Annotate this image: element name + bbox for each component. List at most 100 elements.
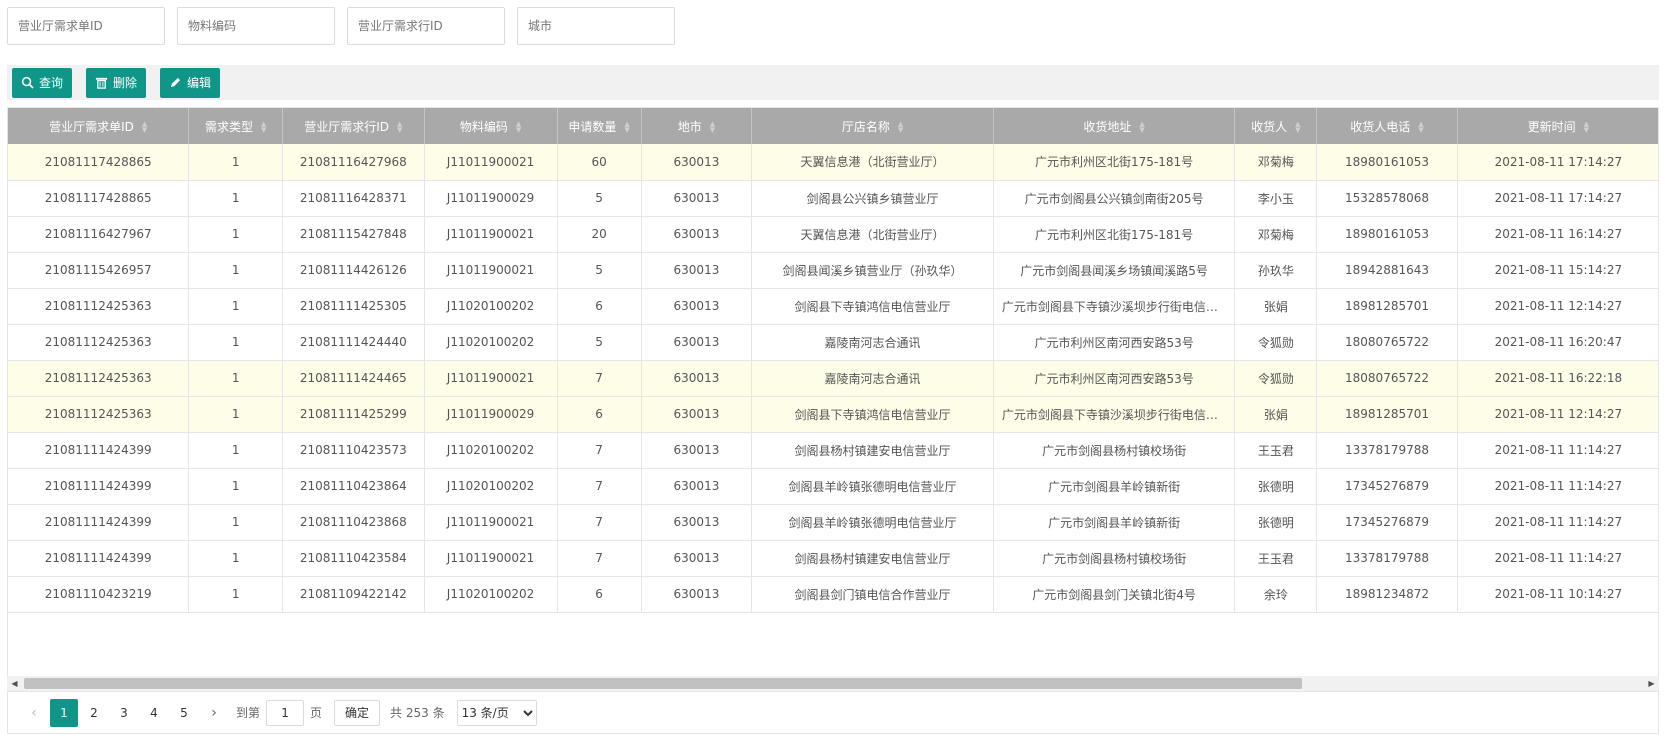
table-row[interactable]: 21081117428865 1 21081116427968 J1101190002… [8, 144, 1658, 181]
table-cell: 21081111425299 [282, 396, 425, 433]
table-cell: 21081110423573 [282, 432, 425, 469]
sort-icon[interactable]: ▲ ▼ [898, 121, 903, 134]
filter-bar [7, 7, 675, 45]
scrollbar-thumb[interactable] [24, 678, 1302, 689]
page-2[interactable]: 2 [80, 699, 108, 727]
table-cell: 21081112425363 [8, 360, 190, 397]
pencil-icon [170, 77, 181, 88]
table-cell: 嘉陵南河志合通讯 [751, 324, 994, 361]
table-row[interactable]: 21081112425363 1 21081111424440 J1102010020… [8, 324, 1658, 361]
table-cell: 2021-08-11 17:14:27 [1457, 180, 1658, 217]
table-cell: 令狐勋 [1234, 324, 1318, 361]
table-row[interactable]: 21081110423219 1 21081109422142 J1102010020… [8, 576, 1658, 613]
table-cell: 630013 [641, 396, 753, 433]
table-cell: 18080765722 [1316, 360, 1458, 397]
table-cell: 广元市剑阁县杨村镇校场街 [993, 540, 1236, 577]
table-cell: 21081111424399 [8, 468, 190, 505]
table-cell: 21081110423219 [8, 576, 190, 613]
sort-icon[interactable]: ▲ ▼ [1139, 121, 1144, 134]
next-page-icon[interactable]: › [200, 699, 228, 727]
column-header-label: 厅店名称 [841, 119, 890, 134]
column-header[interactable]: 物料编码 ▲ ▼ [424, 108, 558, 144]
table-cell: 18981234872 [1316, 576, 1458, 613]
table-row[interactable]: 21081111424399 1 21081110423868 J1101190002… [8, 504, 1658, 541]
table-cell: 18981285701 [1316, 396, 1458, 433]
table-cell: 7 [557, 504, 642, 541]
table-cell: 7 [557, 432, 642, 469]
table-cell: 18981285701 [1316, 288, 1458, 325]
table-row[interactable]: 21081112425363 1 21081111425299 J1101190002… [8, 396, 1658, 433]
page-3[interactable]: 3 [110, 699, 138, 727]
edit-button[interactable]: 编辑 [160, 67, 221, 98]
sort-icon[interactable]: ▲ ▼ [624, 121, 629, 134]
column-header[interactable]: 申请数量 ▲ ▼ [557, 108, 642, 144]
edit-button-label: 编辑 [187, 76, 212, 90]
horizontal-scrollbar[interactable]: ◀ ▶ [7, 676, 1659, 691]
column-header[interactable]: 收货人电话 ▲ ▼ [1316, 108, 1458, 144]
sort-icon[interactable]: ▲ ▼ [516, 121, 521, 134]
column-header[interactable]: 需求类型 ▲ ▼ [188, 108, 284, 144]
table-cell: 张娟 [1234, 396, 1318, 433]
table-cell: 6 [557, 576, 642, 613]
prev-page-icon[interactable]: ‹ [20, 699, 48, 727]
table-cell: 18980161053 [1316, 144, 1458, 181]
column-header[interactable]: 更新时间 ▲ ▼ [1457, 108, 1658, 144]
page-1[interactable]: 1 [50, 698, 78, 727]
table-cell: 广元市利州区北街175-181号 [993, 144, 1236, 181]
page-size-select[interactable]: 13 条/页 [456, 699, 537, 726]
scroll-right-icon[interactable]: ▶ [1644, 676, 1659, 691]
table-cell: J11011900029 [424, 180, 558, 217]
delete-button[interactable]: 删除 [86, 67, 147, 98]
goto-confirm-button[interactable]: 确定 [334, 699, 381, 726]
table-cell: J11011900021 [424, 252, 558, 289]
table-cell: 令狐勋 [1234, 360, 1318, 397]
table-cell: 广元市剑阁县闻溪乡场镇闻溪路5号 [993, 252, 1236, 289]
goto-page-input[interactable] [266, 699, 305, 726]
table-row[interactable]: 21081115426957 1 21081114426126 J1101190002… [8, 252, 1658, 289]
table-cell: 1 [188, 540, 284, 577]
table-cell: 2021-08-11 11:14:27 [1457, 504, 1658, 541]
table-cell: 1 [188, 180, 284, 217]
table-cell: 15328578068 [1316, 180, 1458, 217]
query-button[interactable]: 查询 [12, 67, 73, 98]
table-row[interactable]: 21081111424399 1 21081110423573 J1102010020… [8, 432, 1658, 469]
column-header[interactable]: 营业厅需求单ID ▲ ▼ [8, 108, 190, 144]
line-id-filter[interactable] [347, 7, 505, 45]
table-cell: 广元市剑阁县下寺镇沙溪坝步行街电信营业厅 [993, 396, 1236, 433]
table-cell: 21081112425363 [8, 288, 190, 325]
table-cell: 2021-08-11 11:14:27 [1457, 540, 1658, 577]
table-cell: 2021-08-11 12:14:27 [1457, 396, 1658, 433]
column-header[interactable]: 厅店名称 ▲ ▼ [751, 108, 994, 144]
page-4[interactable]: 4 [140, 699, 168, 727]
table-row[interactable]: 21081111424399 1 21081110423864 J1102010020… [8, 468, 1658, 505]
table-row[interactable]: 21081117428865 1 21081116428371 J1101190002… [8, 180, 1658, 217]
sort-icon[interactable]: ▲ ▼ [1418, 121, 1423, 134]
sort-icon[interactable]: ▲ ▼ [710, 121, 715, 134]
sort-icon[interactable]: ▲ ▼ [397, 121, 402, 134]
table-row[interactable]: 21081112425363 1 21081111424465 J1101190002… [8, 360, 1658, 397]
table-cell: 5 [557, 180, 642, 217]
sort-icon[interactable]: ▲ ▼ [261, 121, 266, 134]
table-cell: 邓菊梅 [1234, 216, 1318, 253]
table-cell: 1 [188, 324, 284, 361]
city-filter[interactable] [517, 7, 675, 45]
table-cell: 王玉君 [1234, 540, 1318, 577]
table-cell: 1 [188, 360, 284, 397]
table-cell: 孙玖华 [1234, 252, 1318, 289]
sort-icon[interactable]: ▲ ▼ [1295, 121, 1300, 134]
material-code-filter[interactable] [177, 7, 335, 45]
table-row[interactable]: 21081111424399 1 21081110423584 J1101190002… [8, 540, 1658, 577]
page-5[interactable]: 5 [170, 699, 198, 727]
column-header[interactable]: 地市 ▲ ▼ [641, 108, 753, 144]
column-header[interactable]: 收货地址 ▲ ▼ [993, 108, 1236, 144]
column-header[interactable]: 收货人 ▲ ▼ [1234, 108, 1318, 144]
table-cell: J11020100202 [424, 324, 558, 361]
sort-icon[interactable]: ▲ ▼ [1584, 121, 1589, 134]
scroll-left-icon[interactable]: ◀ [7, 676, 22, 691]
table-cell: 21081111424399 [8, 504, 190, 541]
order-id-filter[interactable] [7, 7, 165, 45]
column-header[interactable]: 营业厅需求行ID ▲ ▼ [282, 108, 425, 144]
sort-icon[interactable]: ▲ ▼ [142, 121, 147, 134]
table-row[interactable]: 21081112425363 1 21081111425305 J1102010020… [8, 288, 1658, 325]
table-row[interactable]: 21081116427967 1 21081115427848 J1101190002… [8, 216, 1658, 253]
